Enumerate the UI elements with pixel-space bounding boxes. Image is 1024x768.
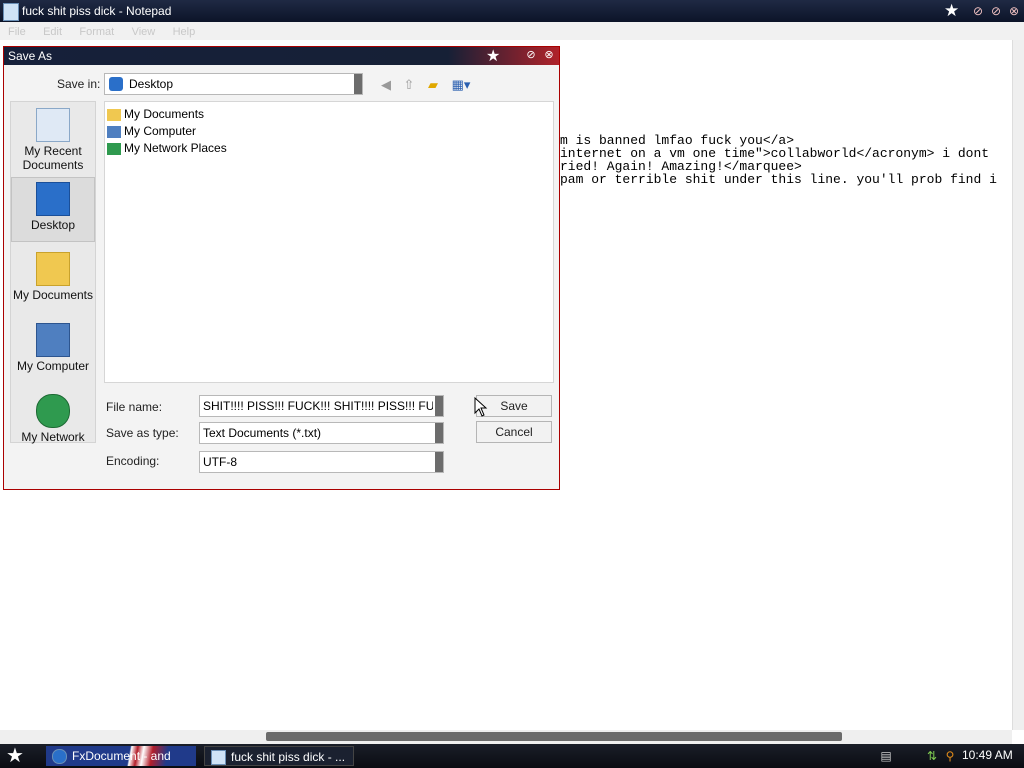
menu-format[interactable]: Format [79,26,114,38]
chevron-down-icon[interactable] [435,452,443,472]
help-icon[interactable]: ⊘ [524,48,538,62]
save-in-dropdown[interactable]: Desktop [104,73,363,95]
minimize-icon[interactable]: ⊘ [970,3,986,19]
file-name-label: File name: [106,400,163,414]
place-label: My Network [21,430,85,444]
desktop-icon [36,182,70,216]
encoding-value: UTF-8 [203,455,237,469]
list-item[interactable]: My Network Places [107,141,227,155]
browser-icon [52,749,67,764]
list-item[interactable]: My Documents [107,107,204,121]
place-label: My Documents [12,288,94,302]
file-name-field[interactable]: SHIT!!!! PISS!!! FUCK!!! SHIT!!!! PISS!!… [199,395,444,417]
recent-documents-icon [36,108,70,142]
search-icon[interactable]: ⚲ [943,749,957,763]
place-my-computer[interactable]: My Computer [11,323,95,373]
notepad-menu-bar: File Edit Format View Help [0,22,1024,41]
place-my-network[interactable]: My Network [11,394,95,444]
keyboard-icon[interactable]: ▤ [879,749,893,763]
menu-view[interactable]: View [132,26,156,38]
chevron-down-icon[interactable] [354,74,362,94]
close-icon[interactable]: ⊗ [1006,3,1022,19]
my-documents-icon [36,252,70,286]
desktop-icon [109,77,123,91]
place-desktop[interactable]: Desktop [11,177,95,242]
mouse-cursor-icon [474,397,488,417]
menu-help[interactable]: Help [173,26,196,38]
vertical-scrollbar[interactable] [1012,40,1024,730]
place-my-documents[interactable]: My Documents [11,252,95,302]
places-bar: My Recent Documents Desktop My Documents… [10,101,96,444]
computer-icon [107,125,121,138]
new-folder-icon[interactable]: ▰ [424,76,442,94]
menu-edit[interactable]: Edit [43,26,62,38]
notepad-icon [211,750,226,765]
save-in-value: Desktop [129,77,174,91]
back-icon[interactable]: ◀ [377,76,395,94]
place-recent-documents[interactable]: My Recent Documents [11,108,95,172]
horizontal-scroll-thumb[interactable] [266,732,842,741]
taskbar-item-notepad[interactable]: fuck shit piss dick - ... [204,746,354,766]
file-list[interactable]: My Documents My Computer My Network Plac… [104,101,554,383]
star-icon[interactable]: ★ [944,1,959,21]
folder-icon [107,108,121,121]
my-network-icon [36,394,70,428]
encoding-label: Encoding: [106,454,160,468]
place-label: My Recent Documents [22,144,84,172]
menu-file[interactable]: File [8,26,26,38]
place-label: Desktop [30,218,76,232]
my-computer-icon [36,323,70,357]
place-label: My Computer [16,359,90,373]
chevron-down-icon[interactable] [435,396,443,416]
close-icon[interactable]: ⊗ [542,48,556,62]
cancel-button[interactable]: Cancel [476,421,552,443]
clock: 10:49 AM [962,748,1013,762]
maximize-icon[interactable]: ⊘ [988,3,1004,19]
dialog-title-bar[interactable]: Save As ★ ⊘ ⊗ [4,47,559,65]
list-item[interactable]: My Computer [107,124,196,138]
file-name-value: SHIT!!!! PISS!!! FUCK!!! SHIT!!!! PISS!!… [203,399,433,413]
up-folder-icon[interactable]: ⇧ [400,76,418,94]
view-menu-icon[interactable]: ▦▾ [449,76,473,94]
save-type-label: Save as type: [106,426,179,440]
start-button[interactable]: ★ [6,745,24,767]
chevron-down-icon[interactable] [435,423,443,443]
save-in-label: Save in: [57,77,101,91]
star-icon[interactable]: ★ [486,46,500,66]
save-type-dropdown[interactable]: Text Documents (*.txt) [199,422,444,444]
notepad-icon [3,3,19,21]
network-tray-icon[interactable]: ⇅ [925,749,939,763]
save-type-value: Text Documents (*.txt) [203,426,322,440]
notepad-title: fuck shit piss dick - Notepad [22,4,172,18]
dialog-title: Save As [8,49,53,63]
taskbar-item[interactable]: FxDocument - and [46,746,196,766]
notepad-title-bar[interactable]: fuck shit piss dick - Notepad ★ ⊘ ⊘ ⊗ [0,0,1024,22]
text-line: pam or terrible shit under this line. yo… [560,172,997,187]
encoding-dropdown[interactable]: UTF-8 [199,451,444,473]
network-icon [107,142,121,155]
